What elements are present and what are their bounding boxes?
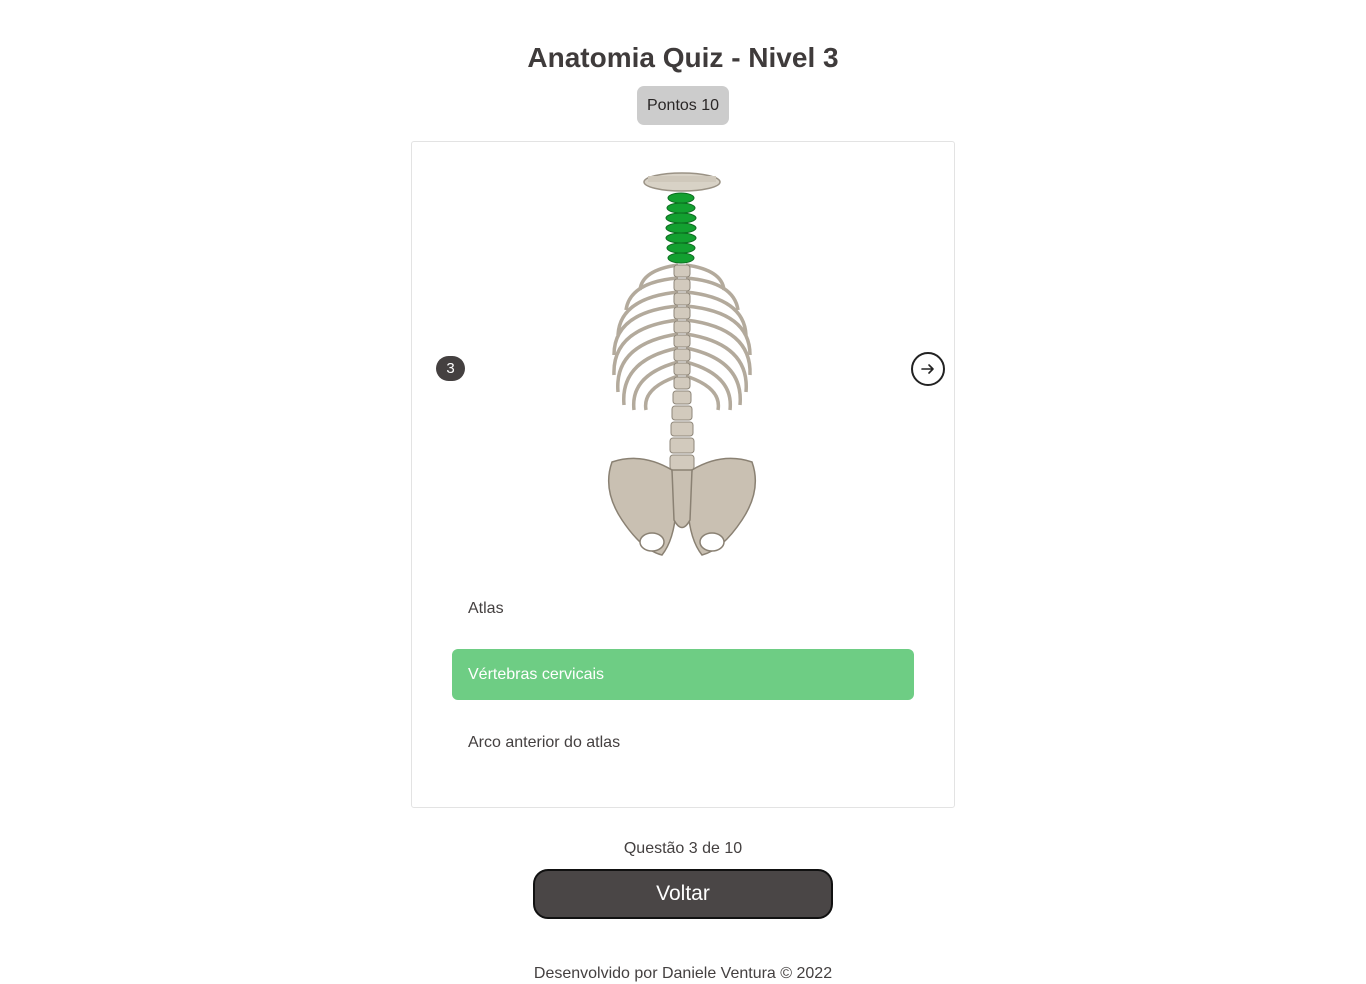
- question-number-badge: 3: [436, 356, 465, 381]
- score-badge: Pontos 10: [637, 86, 729, 125]
- skeleton-image: [607, 172, 757, 556]
- footer-credit: Desenvolvido por Daniele Ventura © 2022: [533, 965, 833, 982]
- page-title: Anatomia Quiz - Nivel 3: [527, 42, 839, 73]
- answer-option[interactable]: Arco anterior do atlas: [452, 717, 914, 768]
- question-progress: Questão 3 de 10: [623, 840, 743, 857]
- answer-option[interactable]: Atlas: [452, 583, 914, 634]
- answer-option-correct[interactable]: Vértebras cervicais: [452, 649, 914, 700]
- back-button[interactable]: Voltar: [533, 869, 833, 919]
- next-question-button[interactable]: [911, 352, 945, 386]
- question-card: 3 Atlas Vértebras cervicais Arco anterio…: [411, 141, 955, 808]
- arrow-right-icon: [921, 364, 934, 374]
